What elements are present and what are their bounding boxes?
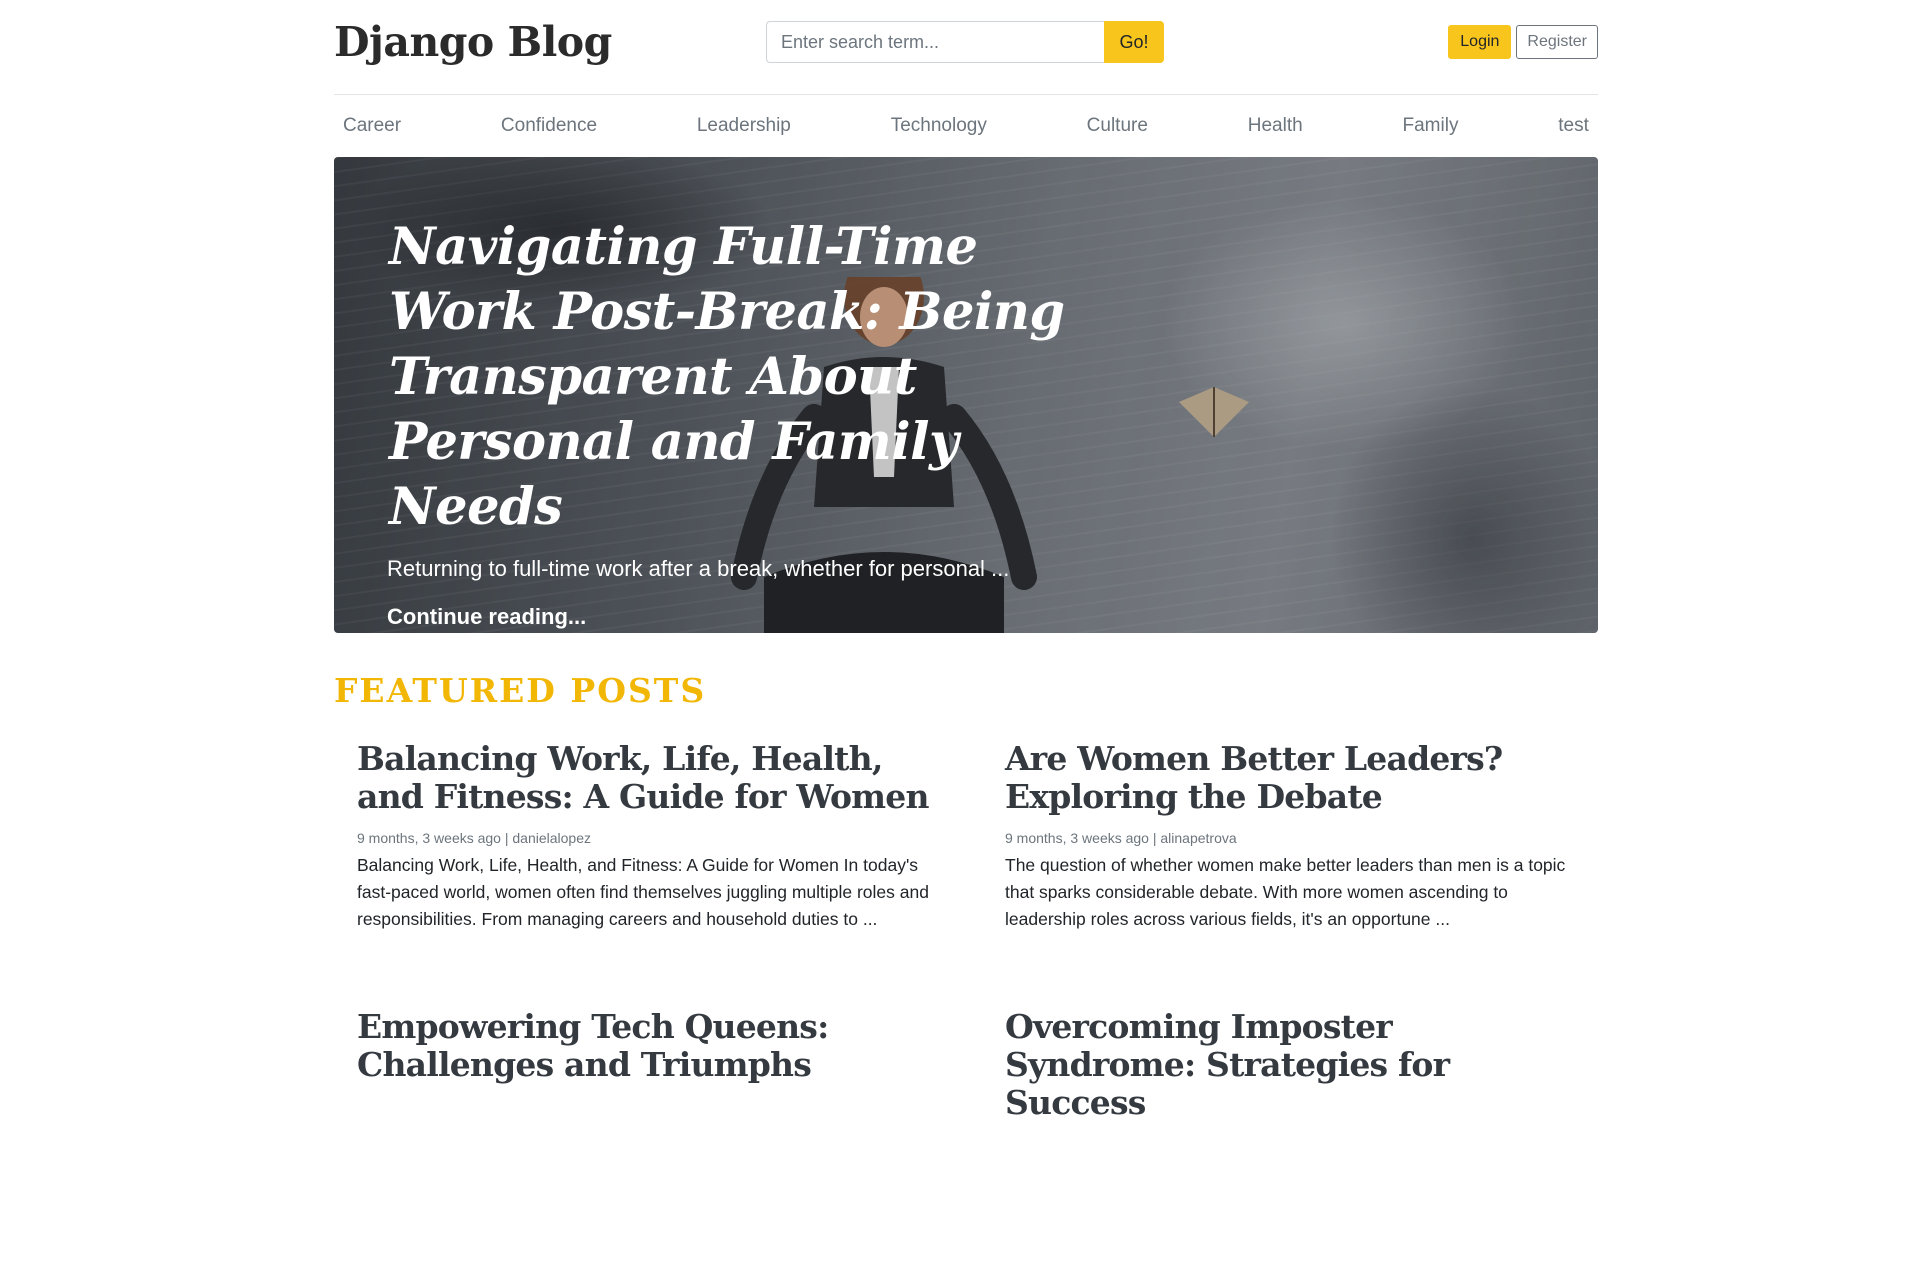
- hero-title: Navigating Full-Time Work Post-Break: Be…: [389, 217, 1065, 537]
- site-brand[interactable]: Django Blog: [334, 18, 612, 66]
- nav-item-confidence[interactable]: Confidence: [501, 115, 597, 137]
- post-card: Empowering Tech Queens: Challenges and T…: [334, 1008, 982, 1276]
- nav-item-culture[interactable]: Culture: [1087, 115, 1148, 137]
- page-container: Django Blog Go! Login Register Career Co…: [334, 0, 1598, 1276]
- nav-item-test[interactable]: test: [1558, 115, 1589, 137]
- hero-lead: Returning to full-time work after a brea…: [387, 556, 1010, 581]
- nav-item-family[interactable]: Family: [1403, 115, 1459, 137]
- nav-item-leadership[interactable]: Leadership: [697, 115, 791, 137]
- continue-reading-link[interactable]: Continue reading...: [387, 604, 586, 630]
- search-form: Go!: [766, 21, 1164, 63]
- post-title[interactable]: Are Women Better Leaders? Exploring the …: [1005, 740, 1568, 816]
- nav-item-technology[interactable]: Technology: [891, 115, 987, 137]
- post-excerpt: The question of whether women make bette…: [1005, 855, 1566, 929]
- search-input[interactable]: [766, 21, 1104, 63]
- site-header: Django Blog Go! Login Register: [334, 0, 1598, 95]
- post-meta: 9 months, 3 weeks ago | alinapetrova: [1005, 830, 1237, 846]
- hero-content: Navigating Full-Time Work Post-Break: Be…: [387, 215, 1129, 630]
- post-title[interactable]: Empowering Tech Queens: Challenges and T…: [357, 1008, 952, 1084]
- post-card: Balancing Work, Life, Health, and Fitnes…: [334, 740, 982, 1008]
- search-button[interactable]: Go!: [1104, 21, 1164, 63]
- post-excerpt: Balancing Work, Life, Health, and Fitnes…: [357, 855, 929, 929]
- post-card: Are Women Better Leaders? Exploring the …: [982, 740, 1598, 1008]
- featured-posts-heading: FEATURED POSTS: [334, 671, 707, 710]
- post-meta: 9 months, 3 weeks ago | danielalopez: [357, 830, 592, 846]
- hero-banner: Navigating Full-Time Work Post-Break: Be…: [334, 157, 1598, 633]
- category-nav: Career Confidence Leadership Technology …: [334, 95, 1598, 157]
- register-button[interactable]: Register: [1516, 25, 1598, 59]
- login-button[interactable]: Login: [1448, 25, 1512, 59]
- post-card: Overcoming Imposter Syndrome: Strategies…: [982, 1008, 1598, 1276]
- post-title[interactable]: Overcoming Imposter Syndrome: Strategies…: [1005, 1008, 1568, 1122]
- featured-posts-grid: Balancing Work, Life, Health, and Fitnes…: [334, 740, 1598, 1276]
- post-title[interactable]: Balancing Work, Life, Health, and Fitnes…: [357, 740, 952, 816]
- nav-item-health[interactable]: Health: [1248, 115, 1303, 137]
- nav-item-career[interactable]: Career: [343, 115, 401, 137]
- auth-buttons: Login Register: [1448, 25, 1598, 59]
